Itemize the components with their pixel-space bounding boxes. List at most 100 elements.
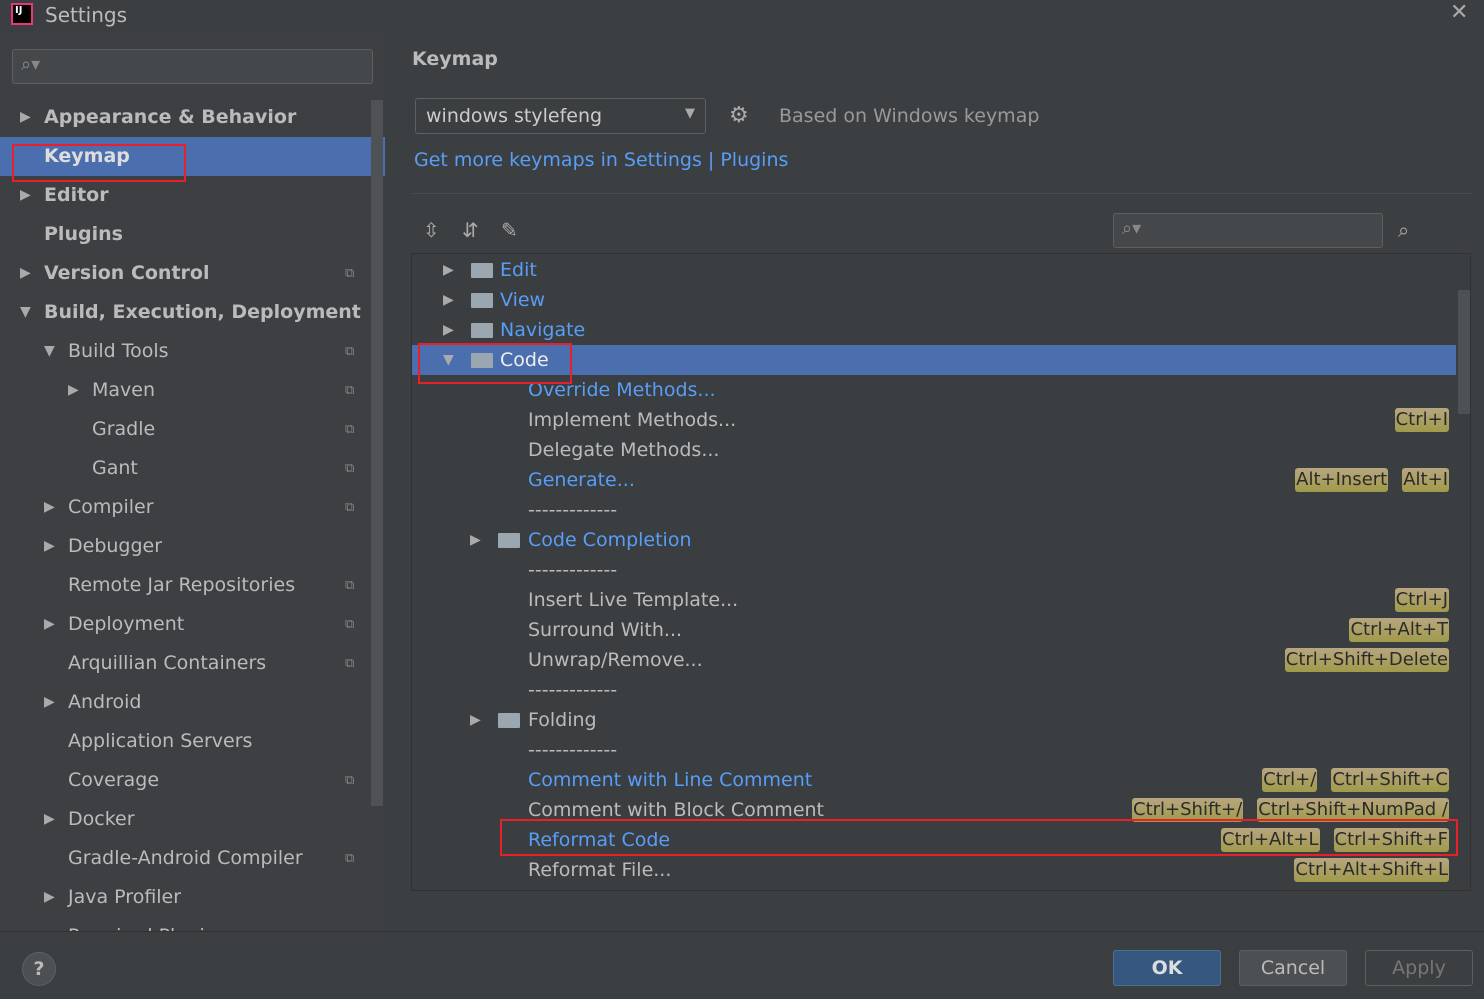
sidebar-item[interactable]: ▶ Java Profiler [0,878,385,917]
sidebar-item[interactable]: ▶ Android [0,683,385,722]
sidebar-item[interactable]: ▶ Docker [0,800,385,839]
tree-row[interactable]: Surround With... Ctrl+Alt+T [412,615,1456,645]
action-label: Edit [500,259,537,281]
folder-icon [498,713,520,728]
shortcut-badge: Ctrl+Alt+Shift+L [1294,858,1449,882]
sidebar-item[interactable]: Required Plugins ⧉ [0,917,385,931]
chevron-right-icon[interactable]: ▶ [44,605,55,644]
tree-scrollbar[interactable] [1458,290,1470,414]
sidebar-scrollbar[interactable] [371,100,383,806]
tree-row[interactable]: Implement Methods... Ctrl+I [412,405,1456,435]
tree-row[interactable]: ▶ Folding [412,705,1456,735]
chevron-down-icon[interactable]: ▼ [20,293,31,332]
folder-icon [471,263,493,278]
shortcut-badge: Ctrl+I [1394,408,1449,432]
sidebar-item[interactable]: ▶ Debugger [0,527,385,566]
sidebar-item[interactable]: Coverage ⧉ [0,761,385,800]
tree-row[interactable]: ▶ Navigate [412,315,1456,345]
cancel-button[interactable]: Cancel [1239,950,1347,986]
tree-row[interactable]: Insert Live Template... Ctrl+J [412,585,1456,615]
chevron-right-icon[interactable]: ▶ [68,371,79,410]
sidebar-item-label: Plugins [44,223,123,245]
chevron-right-icon[interactable]: ▶ [20,254,31,293]
chevron-right-icon[interactable]: ▶ [44,488,55,527]
chevron-right-icon[interactable]: ▶ [20,98,31,137]
code-highlight-box [418,343,572,384]
sidebar-item[interactable]: ▶ Deployment ⧉ [0,605,385,644]
chevron-right-icon[interactable]: ▶ [44,683,55,722]
chevron-right-icon[interactable]: ▶ [443,315,454,345]
gear-icon[interactable]: ⚙ [729,103,749,128]
chevron-right-icon[interactable]: ▶ [443,255,454,285]
action-label: Surround With... [528,619,683,641]
action-label: Unwrap/Remove... [528,649,703,671]
find-by-shortcut-icon[interactable]: ⌕ [1398,218,1409,242]
action-label: Folding [528,709,597,731]
shortcut-list: Ctrl+/ Ctrl+Shift+C [1262,768,1449,792]
edit-icon[interactable]: ✎ [501,218,518,242]
tree-row[interactable]: ------------- [412,495,1456,525]
project-settings-icon: ⧉ [345,383,355,398]
sidebar-item[interactable]: ▼ Build, Execution, Deployment [0,293,385,332]
project-settings-icon: ⧉ [345,656,355,671]
sidebar-item[interactable]: Plugins [0,215,385,254]
chevron-right-icon[interactable]: ▶ [44,527,55,566]
window-title: Settings [45,3,128,27]
tree-row[interactable]: Generate... Alt+Insert Alt+I [412,465,1456,495]
sidebar-item-label: Build Tools [68,340,169,362]
tree-row[interactable]: Reformat File... Ctrl+Alt+Shift+L [412,855,1456,885]
sidebar-item[interactable]: Remote Jar Repositories ⧉ [0,566,385,605]
sidebar-item-label: Arquillian Containers [68,652,267,674]
sidebar-item[interactable]: ▼ Build Tools ⧉ [0,332,385,371]
close-icon[interactable]: ✕ [1450,0,1468,25]
chevron-right-icon[interactable]: ▶ [44,800,55,839]
tree-row[interactable]: Unwrap/Remove... Ctrl+Shift+Delete [412,645,1456,675]
action-search-input[interactable]: ⌕▾ [1113,213,1383,248]
apply-button[interactable]: Apply [1365,950,1473,986]
get-more-keymaps-link[interactable]: Get more keymaps in Settings | Plugins [414,149,788,171]
tree-row[interactable]: ▶ View [412,285,1456,315]
collapse-all-icon[interactable]: ⇵ [462,218,479,242]
sidebar-item[interactable]: ▶ Maven ⧉ [0,371,385,410]
reformat-code-highlight-box [500,819,1458,856]
tree-row[interactable]: ▶ Code Completion [412,525,1456,555]
sidebar-item-label: Android [68,691,142,713]
shortcut-badge: Ctrl+Shift+Delete [1284,648,1449,672]
project-settings-icon: ⧉ [345,500,355,515]
sidebar-item[interactable]: Gradle-Android Compiler ⧉ [0,839,385,878]
keymap-select[interactable]: windows stylefeng ▼ [415,98,706,134]
ok-button[interactable]: OK [1113,950,1221,986]
action-label: ------------- [528,499,618,521]
sidebar-item[interactable]: ▶ Version Control ⧉ [0,254,385,293]
tree-row[interactable]: Delegate Methods... [412,435,1456,465]
project-settings-icon: ⧉ [345,578,355,593]
sidebar-item-label: Remote Jar Repositories [68,574,296,596]
help-button[interactable]: ? [22,952,56,986]
tree-row[interactable]: ------------- [412,675,1456,705]
sidebar-item[interactable]: ▶ Compiler ⧉ [0,488,385,527]
sidebar-item-label: Application Servers [68,730,253,752]
project-settings-icon: ⧉ [345,461,355,476]
folder-icon [498,533,520,548]
action-label: ------------- [528,739,618,761]
sidebar-item-label: Java Profiler [68,886,182,908]
tree-row[interactable]: ------------- [412,555,1456,585]
sidebar-item[interactable]: Arquillian Containers ⧉ [0,644,385,683]
chevron-down-icon[interactable]: ▼ [44,332,55,371]
sidebar-item[interactable]: Application Servers [0,722,385,761]
shortcut-list: Ctrl+I [1394,408,1449,432]
sidebar-item[interactable]: Gant ⧉ [0,449,385,488]
shortcut-badge: Alt+Insert [1295,468,1389,492]
sidebar-item[interactable]: Gradle ⧉ [0,410,385,449]
chevron-right-icon[interactable]: ▶ [470,525,481,555]
action-label: Implement Methods... [528,409,737,431]
tree-row[interactable]: ------------- [412,735,1456,765]
tree-row[interactable]: ▶ Edit [412,255,1456,285]
expand-all-icon[interactable]: ⇳ [423,218,440,242]
chevron-right-icon[interactable]: ▶ [443,285,454,315]
chevron-right-icon[interactable]: ▶ [44,878,55,917]
chevron-right-icon[interactable]: ▶ [470,705,481,735]
tree-row[interactable]: Comment with Line Comment Ctrl+/ Ctrl+Shif… [412,765,1456,795]
sidebar-search-input[interactable]: ⌕▾ [12,49,373,84]
sidebar-item[interactable]: ▶ Appearance & Behavior [0,98,385,137]
